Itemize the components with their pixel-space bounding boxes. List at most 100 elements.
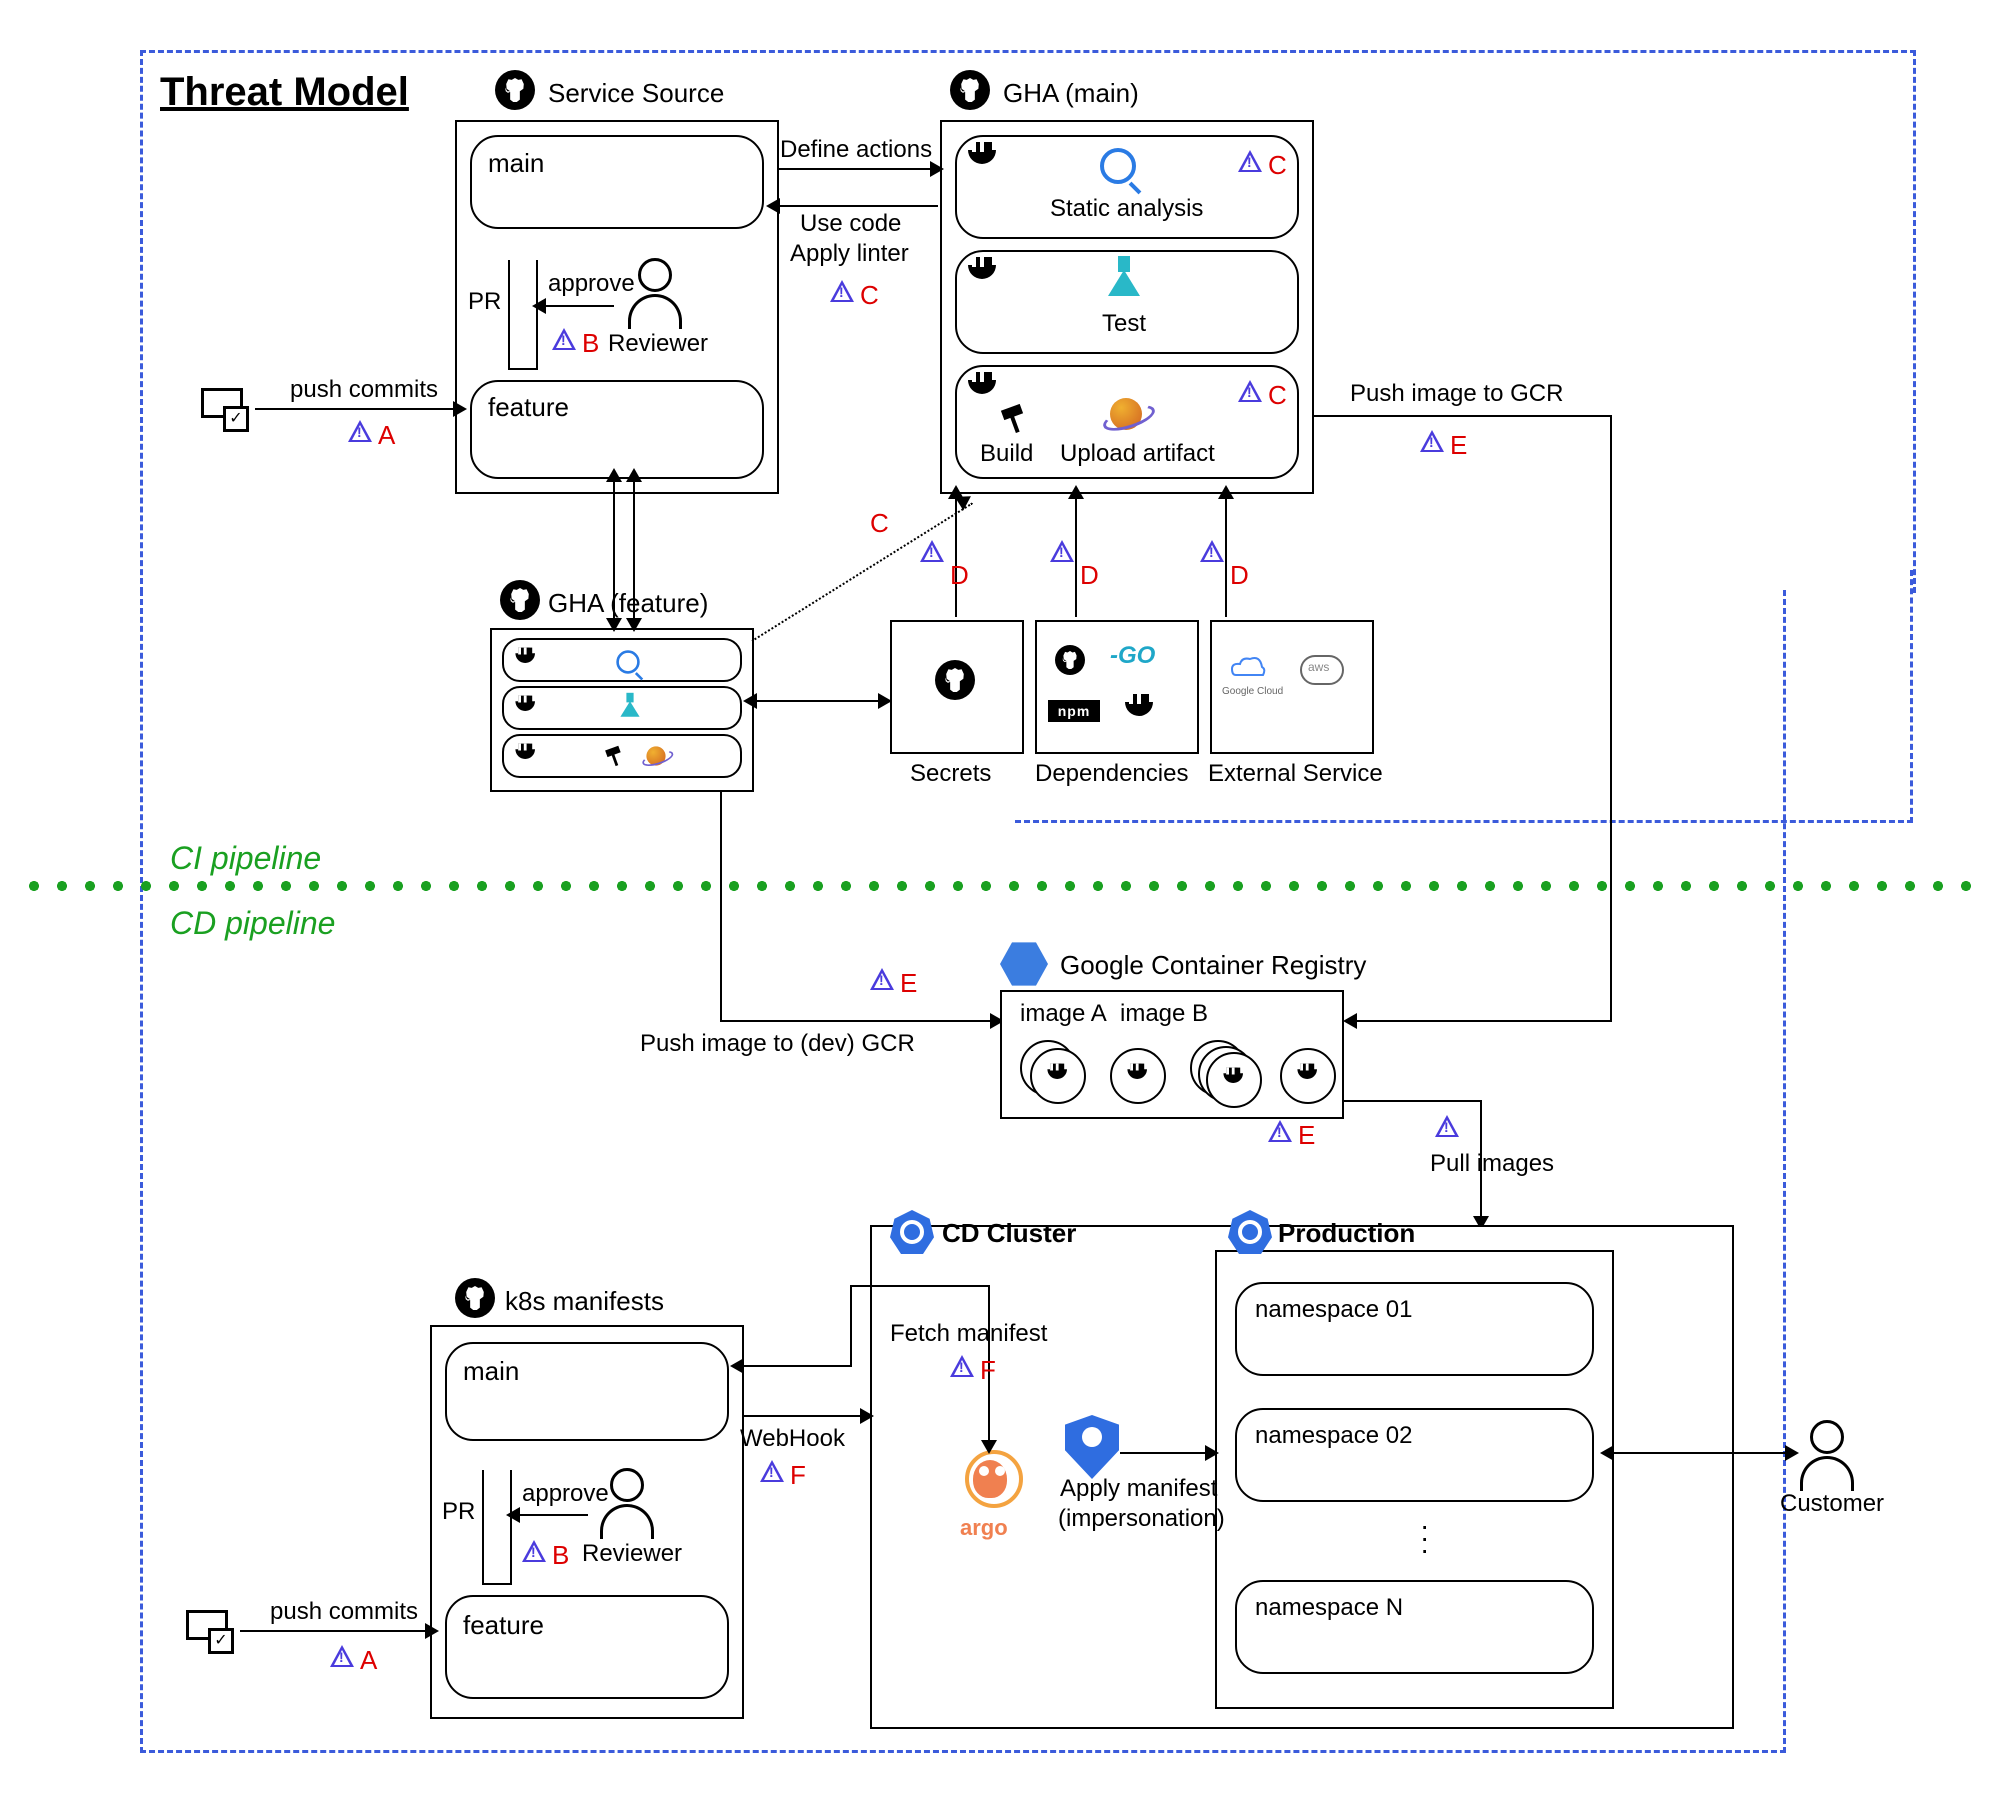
- job-build-label: Build: [980, 440, 1033, 468]
- define-arrow: [930, 161, 944, 177]
- ext-up: [1225, 495, 1227, 617]
- pr-arrow: [508, 258, 538, 370]
- planet-icon-sm: [646, 746, 665, 765]
- threat-e-2: E: [900, 968, 917, 999]
- docker-icon-2: [968, 257, 1004, 281]
- docker-gcr-2: [1127, 1064, 1152, 1081]
- github-icon-gham: [950, 70, 990, 110]
- github-icon-ghaf: [500, 580, 540, 620]
- threat-a-w2: !: [330, 1645, 354, 1667]
- secrets-gham-ar: [948, 485, 964, 499]
- github-icon-secrets: [935, 660, 975, 700]
- threat-c-w1: !: [1238, 150, 1262, 172]
- cust-line: [1612, 1452, 1790, 1454]
- pr-arrow-2: [482, 1468, 512, 1585]
- image-a: image A: [1020, 1000, 1107, 1028]
- threat-d-1: D: [950, 560, 969, 591]
- threat-c-4: C: [870, 508, 889, 539]
- threat-b-warn: !: [552, 328, 576, 350]
- threat-d-w3: !: [1200, 540, 1224, 562]
- ext-label: External Service: [1208, 760, 1383, 788]
- fetch-h: [742, 1365, 852, 1367]
- cust-ar-l: [1600, 1445, 1614, 1461]
- imperson-label: (impersonation): [1058, 1505, 1225, 1533]
- threat-d-3: D: [1230, 560, 1249, 591]
- job-test-label: Test: [1102, 310, 1146, 338]
- fetch-h2: [850, 1285, 990, 1287]
- threat-c-w3: !: [830, 280, 854, 302]
- argo-text: argo: [960, 1515, 1008, 1541]
- gha-main-label: GHA (main): [1003, 78, 1139, 109]
- push-line-1: [255, 408, 455, 410]
- approve-line-2: [518, 1514, 588, 1516]
- flask-icon-sm: [620, 701, 639, 717]
- threat-b: B: [582, 328, 599, 359]
- docker-icon-4: [515, 648, 540, 665]
- docker-icon-deps: [1125, 694, 1161, 718]
- webhook-label: WebHook: [740, 1425, 845, 1453]
- ss-main-label: main: [488, 148, 544, 179]
- feat-gha-dn: [606, 618, 622, 632]
- reviewer-icon-2: [600, 1468, 654, 1539]
- docker-gcr-4: [1297, 1064, 1322, 1081]
- define-label: Define actions: [780, 136, 932, 164]
- webhook-h: [742, 1415, 867, 1417]
- approve-ar-2: [506, 1507, 520, 1523]
- feat-gha-dn2: [626, 618, 642, 632]
- define-line: [778, 168, 938, 170]
- pushgcr-h2: [1355, 1020, 1612, 1022]
- threat-c-3: C: [860, 280, 879, 311]
- threat-d-w1: !: [920, 540, 944, 562]
- threat-e-w1: !: [1420, 430, 1444, 452]
- linter-label: Apply linter: [790, 240, 909, 268]
- pull-h: [1342, 1100, 1482, 1102]
- image-b: image B: [1120, 1000, 1208, 1028]
- job-static-label: Static analysis: [1050, 195, 1203, 223]
- ghaf-secrets: [755, 700, 885, 702]
- threat-b-2: B: [552, 1540, 569, 1571]
- customer-label: Customer: [1780, 1490, 1884, 1518]
- dev-laptop-icon-2: [180, 1610, 228, 1646]
- ext-up-ar: [1218, 485, 1234, 499]
- cd-label: CD pipeline: [170, 905, 335, 942]
- deps-box: [1035, 620, 1199, 754]
- gcr-label: Google Container Registry: [1060, 950, 1366, 981]
- docker-icon-1: [968, 142, 1004, 166]
- github-icon: [495, 70, 535, 110]
- k8s-feature-label: feature: [463, 1610, 544, 1641]
- job-upload-label: Upload artifact: [1060, 440, 1215, 468]
- threat-c-w2: !: [1238, 380, 1262, 402]
- dev-laptop-icon: [195, 388, 243, 424]
- threat-e-3: E: [1298, 1120, 1315, 1151]
- usecode-arrow: [766, 198, 780, 214]
- ghaf-secrets-l: [743, 693, 757, 709]
- push-gcr-label: Push image to GCR: [1350, 380, 1563, 408]
- ns-n-label: namespace N: [1255, 1594, 1403, 1622]
- threat-c-1: C: [1268, 150, 1287, 181]
- reviewer-icon: [628, 258, 682, 329]
- ns-02-label: namespace 02: [1255, 1422, 1412, 1450]
- secrets-gham: [955, 495, 957, 617]
- push-label-2: push commits: [270, 1598, 418, 1626]
- feat-gha-line2: [633, 478, 635, 626]
- push-line-2: [240, 1630, 430, 1632]
- npm-icon: npm: [1048, 700, 1100, 722]
- feat-gha-line: [613, 478, 615, 626]
- pushgcr-h: [1312, 415, 1612, 417]
- fetch-label: Fetch manifest: [890, 1320, 1047, 1348]
- docker-icon-5: [515, 696, 540, 713]
- threat-d-w2: !: [1050, 540, 1074, 562]
- feat-gha-up: [606, 468, 622, 482]
- gcloud-icon: [1230, 655, 1266, 683]
- ci-label: CI pipeline: [170, 840, 321, 877]
- apply-h: [1120, 1452, 1212, 1454]
- threat-f-1: F: [980, 1355, 996, 1386]
- reviewer-label: Reviewer: [608, 330, 708, 358]
- pushgcr-v: [1610, 415, 1612, 1020]
- threat-e-w3: !: [1268, 1120, 1292, 1142]
- threat-f-w1: !: [950, 1355, 974, 1377]
- pushgcr-ar: [1343, 1013, 1357, 1029]
- hammer-icon: [1000, 405, 1030, 435]
- ci-cd-separator: [20, 880, 1980, 892]
- customer-icon: [1800, 1420, 1854, 1491]
